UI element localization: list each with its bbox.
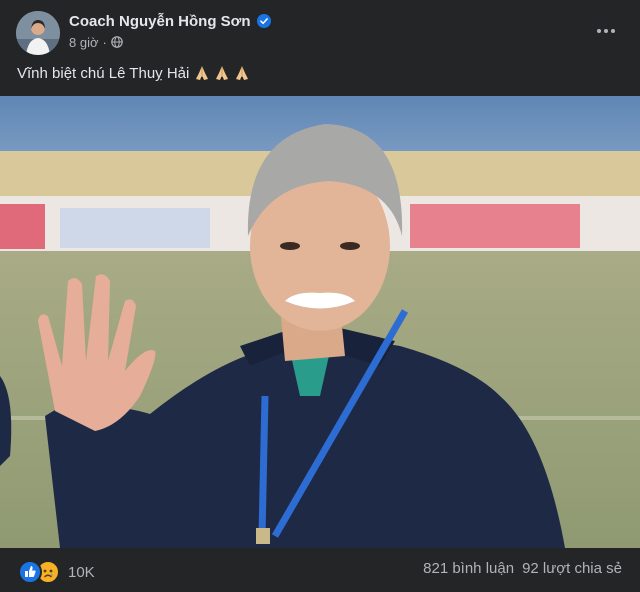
folded-hands-icon xyxy=(216,66,229,80)
folded-hands-icon xyxy=(196,66,209,80)
folded-hands-icon xyxy=(236,66,249,80)
avatar-image xyxy=(16,11,60,55)
engagement-stats: 821 bình luận 92 lượt chia sẻ xyxy=(423,560,622,577)
shares-count[interactable]: 92 lượt chia sẻ xyxy=(522,560,622,577)
author-row: Coach Nguyễn Hồng Sơn xyxy=(69,10,271,32)
comments-count[interactable]: 821 bình luận xyxy=(423,560,514,577)
more-dot-icon xyxy=(604,29,608,33)
verified-badge-icon xyxy=(256,14,271,28)
emoji-group xyxy=(193,64,253,82)
more-options-button[interactable] xyxy=(594,19,618,43)
more-dot-icon xyxy=(611,29,615,33)
globe-icon[interactable] xyxy=(111,36,123,48)
like-icon xyxy=(18,560,42,584)
reaction-summary[interactable]: 10K xyxy=(18,560,95,584)
man-waving-photo-icon xyxy=(0,96,640,548)
post-photo[interactable] xyxy=(0,96,640,548)
more-dot-icon xyxy=(597,29,601,33)
post-header: Coach Nguyễn Hồng Sơn 8 giờ · Vĩnh biệt … xyxy=(0,0,640,96)
post-timestamp[interactable]: 8 giờ xyxy=(69,35,99,50)
post-footer: 10K 821 bình luận 92 lượt chia sẻ xyxy=(0,548,640,592)
post-text: Vĩnh biệt chú Lê Thuỵ Hải xyxy=(17,64,253,82)
meta-separator: · xyxy=(102,34,107,50)
post-meta: 8 giờ · xyxy=(69,33,123,51)
post-message: Vĩnh biệt chú Lê Thuỵ Hải xyxy=(17,64,190,82)
author-name[interactable]: Coach Nguyễn Hồng Sơn xyxy=(69,13,251,30)
reaction-count[interactable]: 10K xyxy=(68,564,95,581)
author-avatar[interactable] xyxy=(16,11,60,55)
